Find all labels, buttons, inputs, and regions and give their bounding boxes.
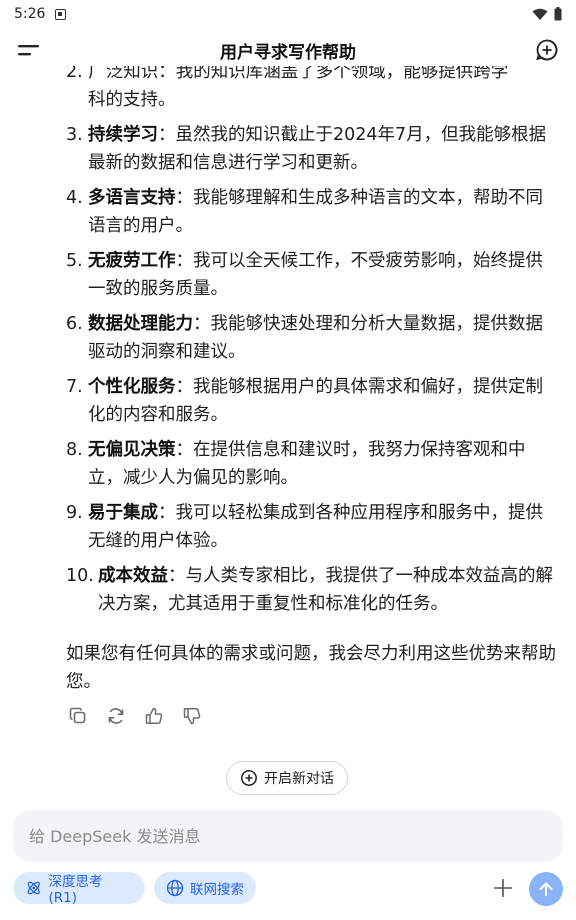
composer bbox=[13, 810, 563, 862]
list-heading: 无偏见决策 bbox=[88, 440, 176, 460]
message-input[interactable] bbox=[27, 825, 549, 847]
closing-paragraph: 如果您有任何具体的需求或问题，我会尽力利用这些优势来帮助您。 bbox=[66, 644, 556, 692]
list-text: 数据处理能力：我能够快速处理和分析大量数据，提供数据驱动的洞察和建议。 bbox=[88, 310, 556, 366]
deep-think-label: 深度思考 (R1) bbox=[48, 874, 103, 906]
copy-icon[interactable] bbox=[66, 704, 90, 728]
list-text: 个性化服务：我能够根据用户的具体需求和偏好，提供定制化的内容和服务。 bbox=[88, 373, 556, 429]
list-heading: 数据处理能力 bbox=[88, 314, 193, 334]
list-number: 6. bbox=[66, 314, 83, 334]
list-heading: 个性化服务 bbox=[88, 377, 176, 397]
notification-icon bbox=[55, 8, 67, 20]
status-bar: 5:26 bbox=[0, 0, 576, 28]
list-text: 成本效益：与人类专家相比，我提供了一种成本效益高的解决方案，尤其适用于重复性和标… bbox=[98, 562, 558, 618]
message-actions bbox=[66, 704, 204, 728]
list-heading: 成本效益 bbox=[98, 566, 168, 586]
list-text: 无偏见决策：在提供信息和建议时，我努力保持客观和中立，减少人为偏见的影响。 bbox=[88, 436, 556, 492]
menu-icon[interactable] bbox=[16, 37, 42, 63]
web-search-toggle[interactable]: 联网搜索 bbox=[154, 872, 256, 904]
message-area: 2. 广泛知识：我的知识库涵盖了多个领域，能够提供跨学 科的支持。 3. 持续学… bbox=[0, 64, 576, 754]
regenerate-icon[interactable] bbox=[104, 704, 128, 728]
list-text: 多语言支持：我能够理解和生成多种语言的文本，帮助不同语言的用户。 bbox=[88, 184, 556, 240]
thumbs-up-icon[interactable] bbox=[142, 704, 166, 728]
send-arrow-icon bbox=[539, 882, 553, 896]
list-number: 3. bbox=[66, 125, 83, 145]
list-text: 易于集成：我可以轻松集成到各种应用程序和服务中，提供无缝的用户体验。 bbox=[88, 499, 556, 555]
list-heading: 无疲劳工作 bbox=[88, 251, 176, 271]
list-number: 5. bbox=[66, 251, 83, 271]
list-heading: 持续学习 bbox=[88, 125, 158, 145]
list-number: 10. bbox=[66, 566, 94, 586]
composer-toolbar: 深度思考 (R1) 联网搜索 bbox=[13, 872, 563, 906]
list-text: 无疲劳工作：我可以全天候工作，不受疲劳影响，始终提供一致的服务质量。 bbox=[88, 247, 556, 303]
atom-icon bbox=[27, 881, 40, 895]
list-number: 8. bbox=[66, 440, 83, 460]
new-chat-label: 开启新对话 bbox=[264, 771, 334, 787]
page-title: 用户寻求写作帮助 bbox=[220, 42, 356, 63]
status-time: 5:26 bbox=[14, 6, 46, 22]
web-search-label: 联网搜索 bbox=[190, 882, 244, 898]
partial-line: 2. 广泛知识：我的知识库涵盖了多个领域，能够提供跨学 bbox=[66, 64, 509, 82]
list-number: 4. bbox=[66, 188, 83, 208]
partial-line-2: 科的支持。 bbox=[88, 90, 176, 110]
new-chat-icon[interactable] bbox=[534, 37, 560, 63]
new-chat-button[interactable]: 开启新对话 bbox=[226, 761, 348, 795]
globe-icon bbox=[166, 879, 184, 897]
deep-think-toggle[interactable]: 深度思考 (R1) bbox=[13, 872, 145, 906]
list-heading: 多语言支持 bbox=[88, 188, 176, 208]
send-button[interactable] bbox=[529, 872, 563, 906]
list-number: 7. bbox=[66, 377, 83, 397]
wifi-icon bbox=[532, 8, 548, 20]
list-number: 9. bbox=[66, 503, 83, 523]
list-heading: 易于集成 bbox=[88, 503, 158, 523]
thumbs-down-icon[interactable] bbox=[180, 704, 204, 728]
plus-icon[interactable] bbox=[491, 876, 515, 900]
battery-icon bbox=[554, 7, 562, 21]
new-chat-small-icon bbox=[241, 770, 257, 786]
list-text: 持续学习：虽然我的知识截止于2024年7月，但我能够根据最新的数据和信息进行学习… bbox=[88, 121, 556, 177]
